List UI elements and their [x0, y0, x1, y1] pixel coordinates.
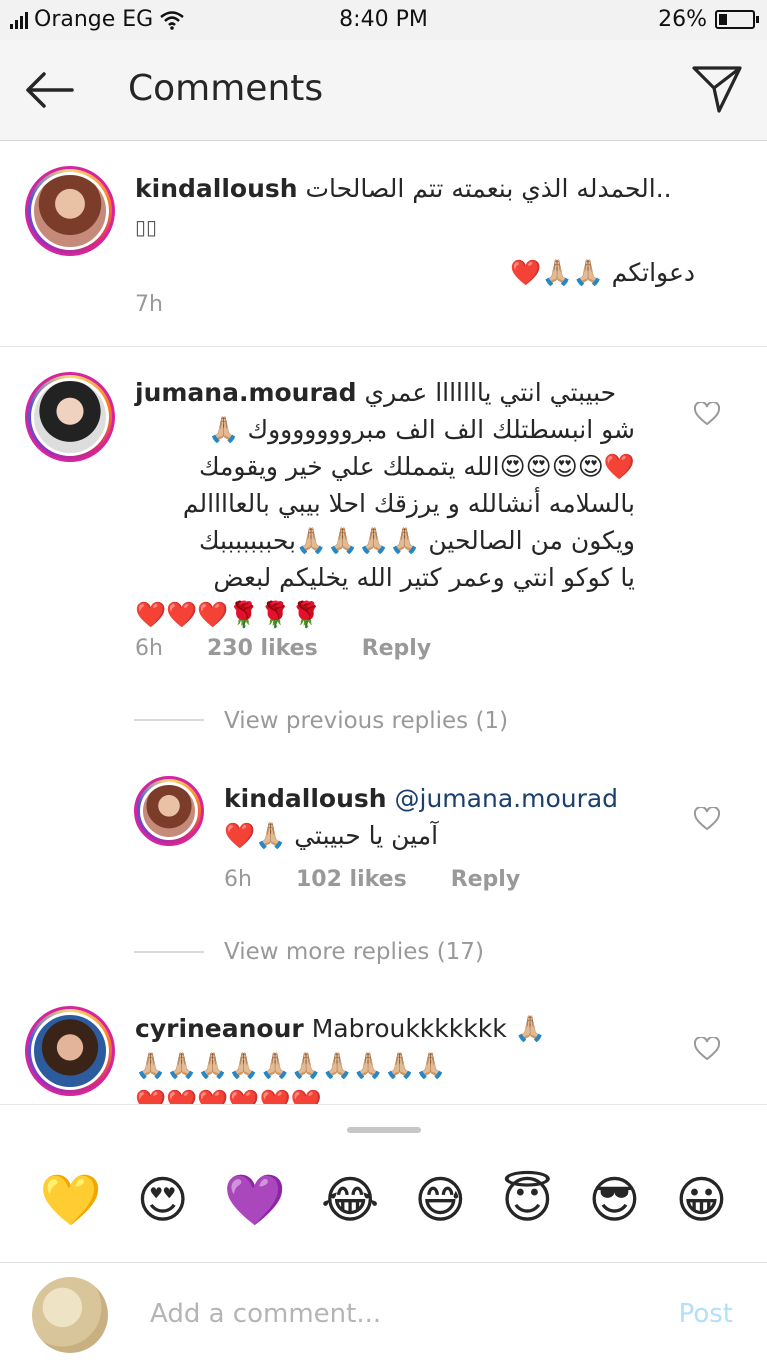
comment-line: ويكون من الصالحين 🙏🏼🙏🏼🙏🏼🙏🏼بحبببببببك [198, 526, 635, 555]
caption-text: الحمدله الذي بنعمته تتم الصالحات.. [305, 174, 672, 203]
missing-glyphs: ▯▯ [135, 215, 158, 239]
comment-line: ❤️😍😍😍😍الله يتمملك علي خير ويقومك [198, 452, 635, 481]
battery-percent: 26% [658, 7, 707, 32]
comment-username[interactable]: cyrineanour [135, 1014, 304, 1043]
direct-send-icon[interactable] [691, 64, 743, 114]
page-title: Comments [128, 68, 324, 109]
caption-username[interactable]: kindalloush [135, 174, 298, 203]
clock: 8:40 PM [339, 7, 428, 32]
mention-link[interactable]: @jumana.mourad [395, 784, 619, 813]
comment-line: بالسلامه أنشالله و يرزقك احلا بيبي بالعا… [182, 489, 635, 518]
comment-line: شو انبسطتلك الف الف مبروووووووك 🙏🏼 [208, 415, 635, 444]
reply-button[interactable]: Reply [451, 867, 521, 892]
quick-emoji-button[interactable]: 😎 [588, 1168, 640, 1232]
comment-line: ❤️❤️❤️❤️❤️❤️ [135, 1088, 322, 1104]
comment-line: يا كوكو انتي وعمر كتير الله يخليكم لبعض [213, 563, 635, 592]
battery-icon [715, 10, 759, 29]
like-heart-icon[interactable] [694, 807, 720, 831]
back-arrow-icon[interactable] [22, 68, 78, 112]
view-more-replies[interactable]: View more replies (17) [224, 939, 484, 965]
comment-line: 🙏🏼🙏🏼🙏🏼🙏🏼🙏🏼🙏🏼🙏🏼🙏🏼🙏🏼🙏🏼 [135, 1051, 447, 1080]
like-heart-icon[interactable] [694, 402, 720, 426]
comment-line: حبيبتي انتي يااااااا عمري [364, 378, 617, 407]
reply-button[interactable]: Reply [362, 636, 432, 661]
comment-cyrineanour: cyrineanour Mabroukkkkkkk 🙏🏼 🙏🏼🙏🏼🙏🏼🙏🏼🙏🏼🙏… [135, 1010, 655, 1104]
like-heart-icon[interactable] [694, 1037, 720, 1061]
quick-emoji-bar: 💛 😍 💜 😂 😅 😇 😎 😀 [0, 1168, 767, 1232]
quick-emoji-button[interactable]: 😍 [137, 1168, 189, 1232]
avatar-kindalloush[interactable] [25, 166, 115, 256]
reply-meta: 6h 102 likes Reply [224, 867, 520, 892]
quick-emoji-button[interactable]: 😀 [675, 1168, 727, 1232]
quick-emoji-button[interactable]: 😂 [321, 1168, 379, 1232]
header-bar: Comments [0, 40, 767, 141]
comment-text: Mabroukkkkkkk 🙏🏼 [311, 1014, 546, 1043]
avatar-jumana[interactable] [25, 372, 115, 462]
avatar-cyrineanour[interactable] [25, 1006, 115, 1096]
reply-likes[interactable]: 102 likes [296, 867, 407, 892]
comment-jumana: jumana.mourad حبيبتي انتي يااااااا عمري … [135, 374, 635, 633]
quick-emoji-button[interactable]: 💛 [39, 1168, 101, 1232]
status-bar: Orange EG 8:40 PM 26% [0, 0, 767, 40]
comment-input[interactable]: Add a comment... [150, 1299, 381, 1329]
quick-emoji-button[interactable]: 😅 [414, 1168, 466, 1232]
view-previous-replies[interactable]: View previous replies (1) [224, 708, 508, 734]
reply-kindalloush: kindalloush @jumana.mourad آمين يا حبيبت… [224, 780, 644, 854]
quick-emoji-button[interactable]: 😇 [501, 1168, 553, 1232]
caption-meta: 7h [135, 292, 163, 317]
caption-divider [0, 346, 767, 347]
post-button[interactable]: Post [679, 1299, 733, 1329]
battery: 26% [658, 7, 759, 32]
current-user-avatar [32, 1277, 108, 1353]
comment-meta: 6h 230 likes Reply [135, 636, 431, 661]
thread-line [134, 719, 204, 721]
avatar-kindalloush-reply[interactable] [134, 776, 204, 846]
caption-time: 7h [135, 292, 163, 317]
quick-emoji-button[interactable]: 💜 [224, 1168, 286, 1232]
thread-line [134, 951, 204, 953]
reply-username[interactable]: kindalloush [224, 784, 387, 813]
comment-username[interactable]: jumana.mourad [135, 378, 357, 407]
reply-text: آمين يا حبيبتي 🙏🏼❤️ [224, 821, 439, 850]
comment-composer: Add a comment... Post [0, 1262, 767, 1365]
caption-text-line2: دعواتكم 🙏🏼🙏🏼❤️ [510, 258, 695, 287]
caption: kindalloush الحمدله الذي بنعمته تتم الصا… [135, 170, 695, 291]
drag-handle[interactable] [347, 1127, 421, 1133]
reply-time: 6h [224, 867, 252, 892]
comment-line: ❤️❤️❤️🌹🌹🌹 [135, 600, 322, 629]
comment-likes[interactable]: 230 likes [207, 636, 318, 661]
comment-time: 6h [135, 636, 163, 661]
